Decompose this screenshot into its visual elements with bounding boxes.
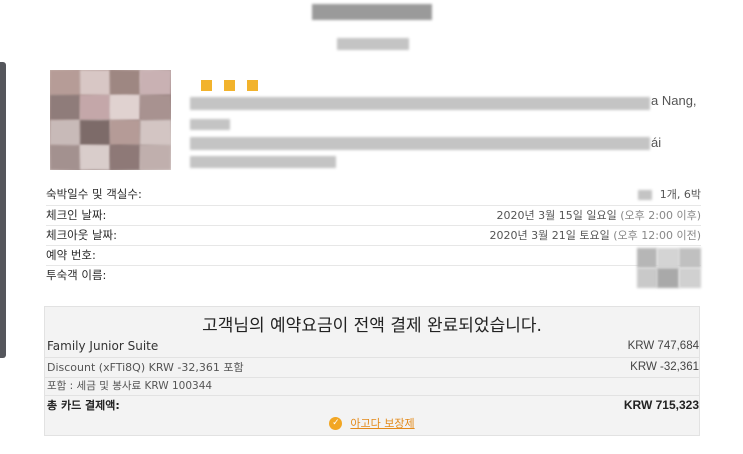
payment-row-total: 총 카드 결제액: KRW 715,323 xyxy=(47,395,699,415)
detail-row-checkout: 체크아웃 날짜: 2020년 3월 21일 토요일 (오후 12:00 이전) xyxy=(46,225,701,245)
guarantee-link[interactable]: ✓ 아고다 보장제 xyxy=(45,415,699,431)
detail-label: 숙박일수 및 객실수: xyxy=(46,187,142,201)
payment-amount: KRW 747,684 xyxy=(627,340,699,352)
payment-complete-heading: 고객님의 예약요금이 전액 결제 완료되었습니다. xyxy=(202,316,542,336)
payment-row-discount: Discount (xFTi8Q) KRW -32,361 포함 KRW -32… xyxy=(47,357,699,377)
detail-label: 예약 번호: xyxy=(46,248,96,262)
detail-label: 체크아웃 날짜: xyxy=(46,228,118,242)
payment-label: 총 카드 결제액: xyxy=(47,399,120,412)
payment-amount: KRW 715,323 xyxy=(623,398,699,412)
payment-label: Family Junior Suite xyxy=(47,339,159,353)
detail-value: 2020년 3월 21일 토요일 (오후 12:00 이전) xyxy=(489,229,701,242)
check-circle-icon: ✓ xyxy=(329,416,343,430)
hotel-thumbnail[interactable] xyxy=(50,70,171,170)
payment-amount: KRW -32,361 xyxy=(630,361,699,373)
detail-row-nights-rooms: 숙박일수 및 객실수: 1개, 6박 xyxy=(46,184,701,204)
star-icon xyxy=(224,80,235,91)
detail-row-guest-name: 투숙객 이름: xyxy=(46,265,701,285)
payment-label: 포함 : 세금 및 봉사료 KRW 100344 xyxy=(47,379,213,392)
left-edge-handle xyxy=(0,62,6,358)
detail-value: 1개, 6박 xyxy=(637,186,701,202)
payment-label: Discount (xFTi8Q) KRW -32,361 포함 xyxy=(47,361,244,374)
guarantee-link-label[interactable]: 아고다 보장제 xyxy=(350,415,414,431)
detail-label: 체크인 날짜: xyxy=(46,208,107,222)
star-icon xyxy=(201,80,212,91)
payment-row-room: Family Junior Suite KRW 747,684 xyxy=(47,336,699,356)
hotel-star-rating xyxy=(201,80,258,91)
hotel-address-fragment: a Nang, xyxy=(651,93,697,108)
hotel-address-fragment: ái xyxy=(651,135,662,150)
detail-row-checkin: 체크인 날짜: 2020년 3월 15일 일요일 (오후 2:00 이후) xyxy=(46,205,701,225)
detail-row-booking-number: 예약 번호: xyxy=(46,245,701,265)
star-icon xyxy=(247,80,258,91)
detail-label: 투숙객 이름: xyxy=(46,268,107,282)
payment-summary: 고객님의 예약요금이 전액 결제 완료되었습니다. Family Junior … xyxy=(44,306,700,436)
detail-value: 2020년 3월 15일 일요일 (오후 2:00 이후) xyxy=(496,209,701,222)
payment-row-tax: 포함 : 세금 및 봉사료 KRW 100344 xyxy=(47,375,699,395)
